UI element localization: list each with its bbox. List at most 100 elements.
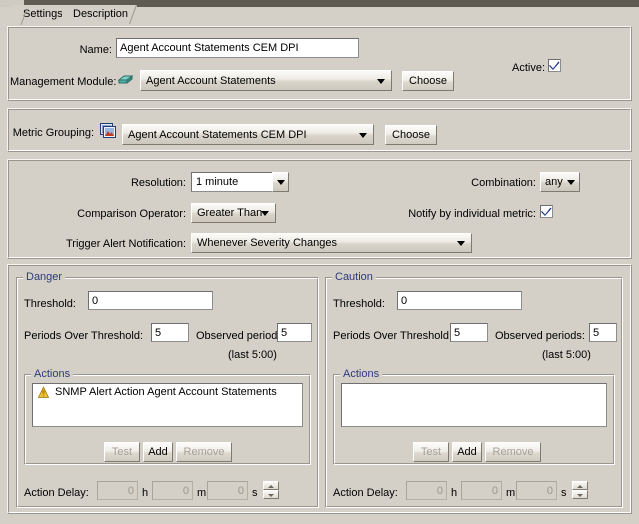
danger-observed-label: Observed periods: bbox=[196, 330, 286, 342]
caution-remove-label: Remove bbox=[492, 446, 534, 458]
danger-delay-minutes-input[interactable]: 0 bbox=[152, 481, 193, 500]
comparison-operator-label: Comparison Operator: bbox=[77, 208, 186, 220]
combination-combo[interactable]: any bbox=[540, 172, 580, 192]
resolution-combo[interactable]: 1 minute bbox=[191, 172, 289, 192]
danger-add-label: Add bbox=[148, 446, 168, 458]
danger-delay-hours-value: 0 bbox=[127, 484, 134, 497]
danger-observed-value: 5 bbox=[281, 326, 288, 339]
danger-delay-hours-unit: h bbox=[142, 487, 149, 499]
caution-test-label: Test bbox=[420, 446, 442, 458]
caution-last-note: (last 5:00) bbox=[542, 349, 591, 361]
combination-value: any bbox=[545, 176, 563, 188]
caution-observed-input[interactable]: 5 bbox=[589, 323, 617, 342]
danger-delay-spinner[interactable] bbox=[263, 481, 279, 499]
spinner-up-button[interactable] bbox=[572, 481, 588, 490]
spinner-down-button[interactable] bbox=[572, 490, 588, 499]
caution-delay-minutes-unit: m bbox=[506, 487, 516, 499]
caution-delay-minutes-input[interactable]: 0 bbox=[461, 481, 502, 500]
danger-group-title: Danger bbox=[23, 271, 66, 283]
notify-checkbox[interactable] bbox=[540, 205, 553, 218]
resolution-label: Resolution: bbox=[130, 177, 186, 189]
caution-threshold-input[interactable]: 0 bbox=[397, 291, 522, 310]
danger-delay-seconds-input[interactable]: 0 bbox=[207, 481, 248, 500]
chevron-down-icon bbox=[261, 211, 269, 216]
resolution-value-field[interactable]: 1 minute bbox=[191, 172, 272, 192]
caution-remove-button[interactable]: Remove bbox=[485, 442, 541, 462]
caution-threshold-value: 0 bbox=[401, 294, 408, 307]
chevron-up-icon bbox=[268, 484, 274, 488]
caution-threshold-label: Threshold: bbox=[333, 298, 385, 310]
metric-grouping-label: Metric Grouping: bbox=[12, 127, 94, 139]
resolution-dropdown-button[interactable] bbox=[272, 172, 289, 192]
danger-periods-label: Periods Over Threshold: bbox=[24, 330, 144, 342]
trigger-alert-combo[interactable]: Whenever Severity Changes bbox=[191, 233, 472, 253]
metric-grouping-choose-label: Choose bbox=[392, 129, 430, 141]
management-module-label: Management Module: bbox=[10, 76, 117, 88]
management-module-choose-label: Choose bbox=[409, 75, 447, 87]
danger-actions-title: Actions bbox=[31, 368, 74, 380]
chevron-up-icon bbox=[577, 484, 583, 488]
caution-delay-hours-input[interactable]: 0 bbox=[406, 481, 447, 500]
active-label: Active: bbox=[512, 62, 546, 74]
danger-delay-minutes-unit: m bbox=[197, 487, 207, 499]
danger-remove-button[interactable]: Remove bbox=[176, 442, 232, 462]
comparison-operator-value: Greater Than bbox=[197, 207, 263, 219]
caution-delay-minutes-value: 0 bbox=[491, 484, 498, 497]
list-item[interactable]: SNMP Alert Action Agent Account Statemen… bbox=[33, 384, 302, 400]
caution-action-delay-label: Action Delay: bbox=[333, 487, 398, 499]
trigger-alert-label: Trigger Alert Notification: bbox=[65, 238, 186, 250]
trigger-alert-value: Whenever Severity Changes bbox=[197, 237, 338, 249]
check-icon bbox=[541, 207, 552, 216]
danger-test-button[interactable]: Test bbox=[104, 442, 140, 462]
caution-actions-list[interactable] bbox=[341, 383, 607, 427]
metric-grouping-icon bbox=[100, 123, 116, 138]
active-checkbox[interactable] bbox=[548, 59, 561, 72]
chevron-down-icon bbox=[377, 78, 385, 84]
danger-last-note: (last 5:00) bbox=[228, 349, 277, 361]
name-input-value: Agent Account Statements CEM DPI bbox=[120, 42, 299, 54]
module-icon bbox=[117, 74, 134, 85]
caution-delay-hours-unit: h bbox=[451, 487, 458, 499]
danger-actions-list[interactable]: SNMP Alert Action Agent Account Statemen… bbox=[32, 383, 303, 427]
metric-grouping-choose-button[interactable]: Choose bbox=[385, 125, 437, 145]
danger-periods-value: 5 bbox=[155, 326, 162, 339]
spinner-up-button[interactable] bbox=[263, 481, 279, 490]
tab-left-edge bbox=[20, 10, 27, 25]
danger-remove-label: Remove bbox=[183, 446, 225, 458]
alert-bell-icon bbox=[37, 385, 50, 398]
caution-delay-hours-value: 0 bbox=[436, 484, 443, 497]
caution-add-button[interactable]: Add bbox=[452, 442, 482, 462]
danger-add-button[interactable]: Add bbox=[143, 442, 173, 462]
check-icon bbox=[549, 61, 560, 70]
comparison-operator-combo[interactable]: Greater Than bbox=[191, 203, 276, 223]
spinner-down-button[interactable] bbox=[263, 490, 279, 499]
caution-periods-value: 5 bbox=[454, 326, 461, 339]
chevron-down-icon bbox=[359, 132, 367, 138]
danger-threshold-value: 0 bbox=[92, 294, 99, 307]
caution-delay-seconds-value: 0 bbox=[546, 484, 553, 497]
chevron-down-icon bbox=[577, 493, 583, 497]
metric-grouping-value: Agent Account Statements CEM DPI bbox=[128, 128, 307, 141]
chevron-down-icon bbox=[268, 493, 274, 497]
notify-label: Notify by individual metric: bbox=[408, 208, 536, 220]
metric-grouping-combo[interactable]: Agent Account Statements CEM DPI bbox=[122, 124, 374, 145]
danger-delay-hours-input[interactable]: 0 bbox=[97, 481, 138, 500]
name-input[interactable]: Agent Account Statements CEM DPI bbox=[116, 38, 359, 58]
danger-observed-input[interactable]: 5 bbox=[277, 323, 312, 342]
caution-periods-label: Periods Over Threshold: bbox=[333, 330, 453, 342]
caution-observed-value: 5 bbox=[593, 326, 600, 339]
danger-action-label: SNMP Alert Action Agent Account Statemen… bbox=[55, 386, 277, 398]
caution-delay-seconds-input[interactable]: 0 bbox=[516, 481, 557, 500]
caution-actions-title: Actions bbox=[340, 368, 383, 380]
danger-periods-input[interactable]: 5 bbox=[151, 323, 189, 342]
management-module-combo[interactable]: Agent Account Statements bbox=[140, 70, 392, 91]
caution-group-title: Caution bbox=[332, 271, 376, 283]
danger-threshold-input[interactable]: 0 bbox=[88, 291, 213, 310]
danger-action-delay-label: Action Delay: bbox=[24, 487, 89, 499]
caution-periods-input[interactable]: 5 bbox=[450, 323, 488, 342]
alert-settings-window: Settings Description Name: Agent Account… bbox=[0, 0, 639, 524]
caution-test-button[interactable]: Test bbox=[413, 442, 449, 462]
danger-delay-minutes-value: 0 bbox=[182, 484, 189, 497]
caution-delay-spinner[interactable] bbox=[572, 481, 588, 499]
management-module-choose-button[interactable]: Choose bbox=[402, 71, 454, 91]
